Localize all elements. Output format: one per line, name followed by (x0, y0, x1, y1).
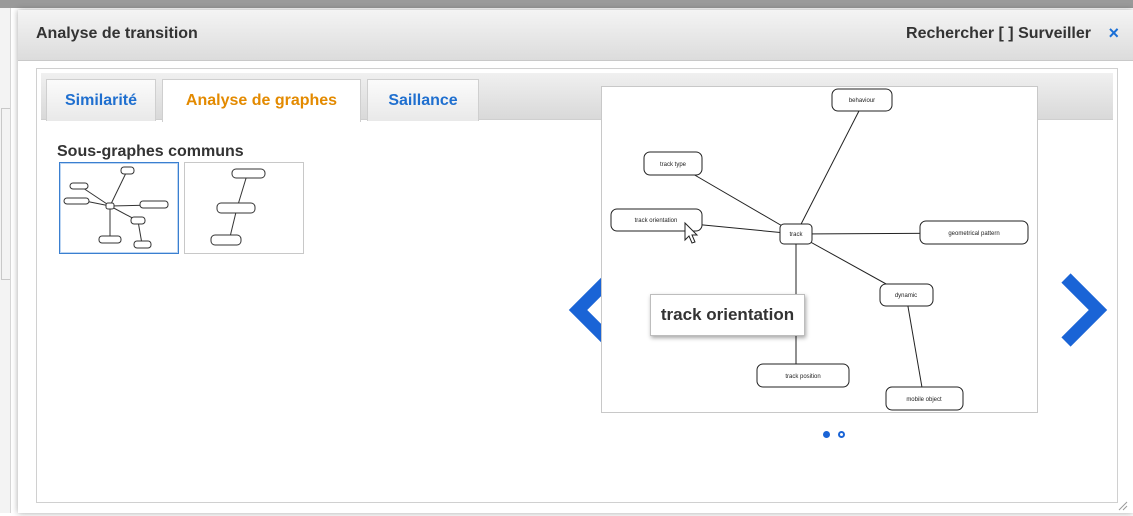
node-dynamic[interactable]: dynamic (895, 293, 917, 299)
node-track-position[interactable]: track position (785, 374, 820, 380)
node-track-type[interactable]: track type (660, 162, 687, 168)
node-track-orientation[interactable]: track orientation (635, 218, 678, 224)
node-behaviour[interactable]: behaviour (849, 98, 875, 104)
resize-handle-icon[interactable] (1118, 498, 1128, 511)
graph-view[interactable]: behaviour track type track orientation t… (601, 86, 1038, 413)
transition-analysis-dialog: Analyse de transition Rechercher [ ] Sur… (18, 10, 1133, 513)
tab-analyse-de-graphes[interactable]: Analyse de graphes (162, 79, 361, 122)
subgraph-1-preview (63, 166, 169, 249)
carousel-pagination (803, 431, 845, 441)
page-dot-2[interactable] (838, 431, 845, 438)
subgraph-thumbnail-1[interactable] (59, 162, 179, 254)
node-tooltip: track orientation (650, 294, 805, 336)
dialog-title: Analyse de transition (36, 25, 198, 42)
background-window-strip (0, 0, 1133, 8)
node-mobile-object[interactable]: mobile object (906, 397, 942, 403)
page-dot-1[interactable] (823, 431, 830, 438)
graph-canvas: behaviour track type track orientation t… (610, 88, 1029, 411)
edge-behaviour (795, 106, 862, 235)
common-subgraphs-title: Sous-graphes communs (57, 143, 244, 160)
node-geometrical-pattern[interactable]: geometrical pattern (948, 231, 999, 237)
close-icon[interactable]: × (1108, 24, 1119, 42)
edge-mobile-object (905, 294, 925, 400)
background-window-edge (0, 8, 11, 513)
tab-similarite[interactable]: Similarité (46, 79, 156, 121)
dialog-titlebar[interactable]: Analyse de transition Rechercher [ ] Sur… (18, 10, 1133, 61)
tab-saillance[interactable]: Saillance (367, 79, 479, 121)
search-monitor-label[interactable]: Rechercher [ ] Surveiller (906, 25, 1091, 43)
subgraph-2-preview (210, 168, 266, 246)
subgraph-thumbnail-2[interactable] (184, 162, 304, 254)
node-track[interactable]: track (789, 232, 803, 238)
next-arrow-icon[interactable] (1058, 272, 1110, 353)
